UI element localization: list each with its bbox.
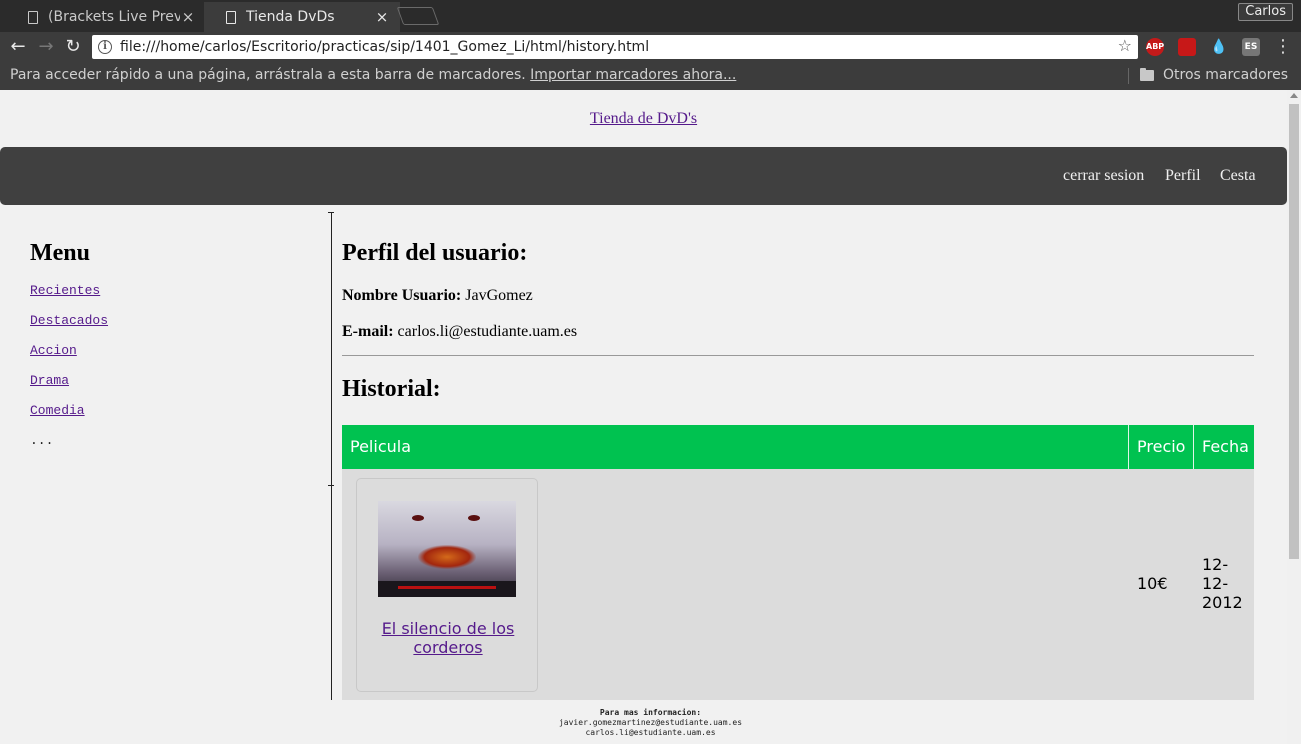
sidebar-more: ... xyxy=(30,433,54,448)
poster-title-band xyxy=(378,581,516,597)
bookmarks-bar: Para acceder rápido a una página, arrást… xyxy=(0,62,1301,90)
address-bar[interactable]: i file:///home/carlos/Escritorio/practic… xyxy=(92,35,1138,59)
scroll-up-arrow-icon[interactable] xyxy=(1290,93,1298,98)
email-label: E-mail: xyxy=(342,323,394,340)
table-row: El silencio de los corderos 10€ 12-12-20… xyxy=(342,469,1254,709)
sidebar-item-destacados[interactable]: Destacados xyxy=(30,313,320,329)
bookmark-star-icon[interactable]: ☆ xyxy=(1118,36,1132,55)
sidebar-item-drama[interactable]: Drama xyxy=(30,373,320,389)
profile-section: Perfil del usuario: Nombre Usuario: JavG… xyxy=(342,240,1254,341)
movie-card[interactable]: El silencio de los corderos xyxy=(356,478,538,692)
scroll-thumb[interactable] xyxy=(1289,104,1299,559)
section-divider xyxy=(342,355,1254,356)
adblock-plus-icon[interactable]: ABP xyxy=(1146,38,1164,56)
close-tab-icon[interactable]: × xyxy=(374,8,390,26)
tab-strip: (Brackets Live Prev × Tienda DvDs × Carl… xyxy=(0,0,1301,32)
other-bookmarks-folder[interactable]: Otros marcadores xyxy=(1140,67,1288,83)
new-tab-button[interactable] xyxy=(396,7,440,25)
email-line: E-mail: carlos.li@estudiante.uam.es xyxy=(342,323,1254,341)
sidebar-item-comedia[interactable]: Comedia xyxy=(30,403,320,419)
bookmarks-hint: Para acceder rápido a una página, arrást… xyxy=(10,67,736,83)
top-navbar: cerrar sesion Perfil Cesta xyxy=(0,147,1287,205)
page-viewport: Tienda de DvD's cerrar sesion Perfil Ces… xyxy=(0,90,1301,744)
table-header: Pelicula Precio Fecha xyxy=(342,425,1254,469)
date-cell: 12-12-2012 xyxy=(1202,555,1243,612)
footer-email-2: carlos.li@estudiante.uam.es xyxy=(585,728,716,737)
back-arrow-icon[interactable]: ← xyxy=(7,36,29,58)
folder-icon xyxy=(1140,67,1154,81)
poster-moth xyxy=(418,545,476,569)
column-header-fecha: Fecha xyxy=(1193,425,1254,469)
column-header-pelicula: Pelicula xyxy=(350,437,411,456)
tab-tienda-dvds[interactable]: Tienda DvDs × xyxy=(204,2,400,32)
tab-title: Tienda DvDs xyxy=(246,9,335,25)
poster-eye xyxy=(412,515,424,521)
sidebar-heading: Menu xyxy=(30,240,90,266)
poster-eye xyxy=(468,515,480,521)
info-icon[interactable]: i xyxy=(98,40,112,54)
bookmarks-hint-text: Para acceder rápido a una página, arrást… xyxy=(10,67,526,83)
history-heading: Historial: xyxy=(342,376,441,402)
bookmarks-separator xyxy=(1128,68,1129,84)
footer-email-1: javier.gomezmartinez@estudiante.uam.es xyxy=(558,718,743,727)
browser-toolbar: ← → ↻ i file:///home/carlos/Escritorio/p… xyxy=(0,32,1301,62)
sidebar-divider xyxy=(328,212,334,700)
close-tab-icon[interactable]: × xyxy=(180,8,196,26)
extension-drop-icon[interactable]: 💧 xyxy=(1210,38,1228,56)
column-header-precio: Precio xyxy=(1128,425,1193,469)
reload-icon[interactable]: ↻ xyxy=(62,36,84,58)
extension-red-icon[interactable] xyxy=(1178,38,1196,56)
history-table: Pelicula Precio Fecha El silencio de los… xyxy=(342,425,1254,709)
browser-menu-icon[interactable]: ⋮ xyxy=(1274,36,1292,58)
document-icon xyxy=(226,10,236,24)
language-extension-icon[interactable]: ES xyxy=(1242,38,1260,56)
profile-link[interactable]: Perfil xyxy=(1165,167,1201,185)
logout-link[interactable]: cerrar sesion xyxy=(1063,167,1144,185)
sidebar-item-accion[interactable]: Accion xyxy=(30,343,320,359)
url-text[interactable]: file:///home/carlos/Escritorio/practicas… xyxy=(120,39,649,55)
movie-poster[interactable] xyxy=(378,501,516,597)
price-cell: 10€ xyxy=(1137,574,1168,593)
username-line: Nombre Usuario: JavGomez xyxy=(342,287,1254,305)
email-value: carlos.li@estudiante.uam.es xyxy=(397,323,578,340)
movie-title-link[interactable]: El silencio de los corderos xyxy=(357,619,539,657)
tab-title: (Brackets Live Prev xyxy=(48,9,180,25)
username-value: JavGomez xyxy=(465,287,533,304)
site-title-link[interactable]: Tienda de DvD's xyxy=(590,110,697,127)
footer-title: Para mas informacion: xyxy=(599,708,702,717)
site-title: Tienda de DvD's xyxy=(0,110,1287,128)
document-icon xyxy=(28,10,38,24)
sidebar-menu: Menu Recientes Destacados Accion Drama C… xyxy=(30,240,320,448)
username-label: Nombre Usuario: xyxy=(342,287,462,304)
sidebar-item-recientes[interactable]: Recientes xyxy=(30,283,320,299)
page-footer: Para mas informacion: javier.gomezmartin… xyxy=(0,700,1301,744)
cart-link[interactable]: Cesta xyxy=(1220,167,1256,185)
page-scrollbar[interactable] xyxy=(1287,90,1301,744)
profile-button[interactable]: Carlos xyxy=(1238,3,1293,21)
profile-heading: Perfil del usuario: xyxy=(342,240,528,266)
forward-arrow-icon[interactable]: → xyxy=(35,36,57,58)
other-bookmarks-label: Otros marcadores xyxy=(1163,67,1289,83)
tab-brackets[interactable]: (Brackets Live Prev × xyxy=(6,2,206,32)
import-bookmarks-link[interactable]: Importar marcadores ahora... xyxy=(530,67,736,83)
